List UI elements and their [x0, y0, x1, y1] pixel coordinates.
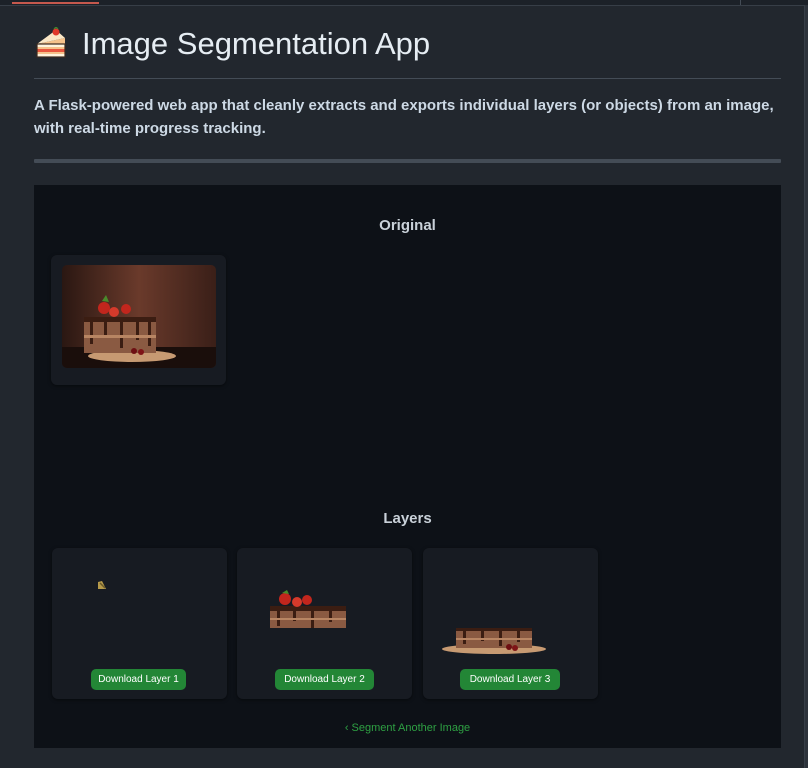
- layer-1-image[interactable]: [92, 580, 112, 594]
- layer-2-image[interactable]: [267, 590, 349, 630]
- chevron-left-icon: ‹: [344, 722, 349, 734]
- readme-description: A Flask-powered web app that cleanly ext…: [34, 97, 774, 137]
- download-layer-button[interactable]: Download Layer 3: [460, 669, 560, 690]
- original-heading: Original: [379, 217, 436, 234]
- readme-title-row: Image Segmentation App: [34, 6, 781, 79]
- shortcake-icon: [36, 27, 66, 58]
- scrollbar-track[interactable]: [804, 5, 808, 768]
- app-screenshot-panel: Original Layers Download Layer 1 Downloa…: [34, 185, 781, 748]
- horizontal-rule: [34, 159, 781, 163]
- download-layer-button[interactable]: Download Layer 2: [275, 669, 374, 690]
- download-layer-button[interactable]: Download Layer 1: [91, 669, 186, 690]
- layer-card: Download Layer 1: [52, 548, 227, 699]
- back-link-label: Segment Another Image: [351, 722, 471, 734]
- layer-3-image[interactable]: [441, 626, 547, 656]
- original-image-card: [51, 255, 226, 385]
- original-cake-image[interactable]: [62, 265, 216, 368]
- tab-divider: [740, 0, 741, 5]
- layer-card: Download Layer 2: [237, 548, 412, 699]
- readme-preview: Image Segmentation App A Flask-powered w…: [34, 6, 781, 163]
- active-tab-indicator: [12, 2, 99, 4]
- readme-title: Image Segmentation App: [82, 26, 431, 61]
- layer-card: Download Layer 3: [423, 548, 598, 699]
- segment-another-image-link[interactable]: ‹ Segment Another Image: [34, 722, 781, 734]
- layers-heading: Layers: [383, 510, 432, 527]
